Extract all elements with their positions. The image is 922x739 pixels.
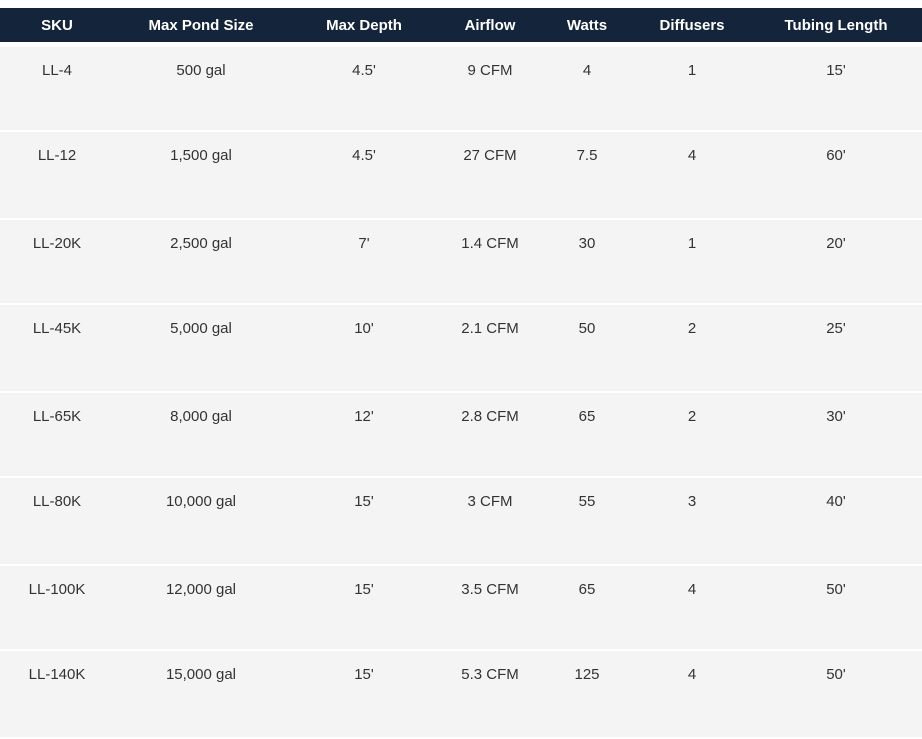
cell-tubing-length: 15' [750,47,922,132]
cell-watts: 125 [540,650,634,739]
column-header-sku: SKU [41,16,73,34]
cell-airflow: 3.5 CFM [440,565,540,651]
cell-watts: 7.5 [540,131,634,220]
cell-airflow: 1.4 CFM [440,219,540,305]
cell-sku: LL-20K [0,219,114,305]
cell-diffusers: 4 [634,131,750,220]
cell-airflow: 3 CFM [440,477,540,566]
cell-tubing-length: 50' [750,565,922,651]
cell-diffusers: 1 [634,219,750,305]
cell-max-depth: 15' [288,565,440,651]
column-header-airflow: Airflow [464,16,516,34]
cell-watts: 65 [540,565,634,651]
cell-sku: LL-65K [0,392,114,478]
cell-max-pond-size: 8,000 gal [114,392,288,478]
column-header-max-depth: Max Depth [326,16,402,34]
table-body: LL-4 500 gal 4.5' 9 CFM 4 1 15' LL-12 1,… [0,42,922,739]
cell-max-pond-size: 10,000 gal [114,477,288,566]
cell-airflow: 5.3 CFM [440,650,540,739]
cell-max-pond-size: 15,000 gal [114,650,288,739]
cell-sku: LL-45K [0,304,114,393]
table-row: LL-140K 15,000 gal 15' 5.3 CFM 125 4 50' [0,650,922,739]
column-header-tubing-length: Tubing Length [784,16,888,34]
cell-diffusers: 4 [634,565,750,651]
cell-max-pond-size: 500 gal [114,47,288,132]
column-header-max-pond-size: Max Pond Size [148,16,254,34]
specs-table: SKU Max Pond Size Max Depth Airflow Watt… [0,8,922,739]
cell-max-pond-size: 1,500 gal [114,131,288,220]
cell-max-depth: 4.5' [288,131,440,220]
cell-sku: LL-100K [0,565,114,651]
cell-diffusers: 1 [634,47,750,132]
cell-tubing-length: 25' [750,304,922,393]
cell-airflow: 2.8 CFM [440,392,540,478]
header-row: SKU Max Pond Size Max Depth Airflow Watt… [0,8,922,42]
cell-airflow: 2.1 CFM [440,304,540,393]
table-row: LL-45K 5,000 gal 10' 2.1 CFM 50 2 25' [0,304,922,393]
cell-watts: 50 [540,304,634,393]
cell-sku: LL-80K [0,477,114,566]
table-row: LL-100K 12,000 gal 15' 3.5 CFM 65 4 50' [0,565,922,651]
column-header-diffusers: Diffusers [659,16,725,34]
cell-tubing-length: 60' [750,131,922,220]
cell-max-depth: 10' [288,304,440,393]
cell-max-depth: 7' [288,219,440,305]
cell-sku: LL-12 [0,131,114,220]
cell-watts: 4 [540,47,634,132]
table-row: LL-4 500 gal 4.5' 9 CFM 4 1 15' [0,47,922,132]
cell-watts: 30 [540,219,634,305]
cell-diffusers: 2 [634,392,750,478]
cell-diffusers: 4 [634,650,750,739]
cell-max-depth: 15' [288,477,440,566]
cell-tubing-length: 30' [750,392,922,478]
cell-watts: 65 [540,392,634,478]
cell-max-depth: 12' [288,392,440,478]
cell-tubing-length: 40' [750,477,922,566]
table-row: LL-20K 2,500 gal 7' 1.4 CFM 30 1 20' [0,219,922,305]
cell-max-depth: 4.5' [288,47,440,132]
table-header: SKU Max Pond Size Max Depth Airflow Watt… [0,8,922,42]
column-header-watts: Watts [566,16,608,34]
cell-max-pond-size: 5,000 gal [114,304,288,393]
table-row: LL-12 1,500 gal 4.5' 27 CFM 7.5 4 60' [0,131,922,220]
cell-airflow: 27 CFM [440,131,540,220]
cell-tubing-length: 20' [750,219,922,305]
cell-diffusers: 3 [634,477,750,566]
table-row: LL-65K 8,000 gal 12' 2.8 CFM 65 2 30' [0,392,922,478]
cell-max-pond-size: 2,500 gal [114,219,288,305]
cell-diffusers: 2 [634,304,750,393]
cell-max-pond-size: 12,000 gal [114,565,288,651]
cell-max-depth: 15' [288,650,440,739]
cell-airflow: 9 CFM [440,47,540,132]
table-row: LL-80K 10,000 gal 15' 3 CFM 55 3 40' [0,477,922,566]
cell-sku: LL-140K [0,650,114,739]
cell-sku: LL-4 [0,47,114,132]
cell-tubing-length: 50' [750,650,922,739]
specs-table-container: SKU Max Pond Size Max Depth Airflow Watt… [0,8,922,739]
cell-watts: 55 [540,477,634,566]
